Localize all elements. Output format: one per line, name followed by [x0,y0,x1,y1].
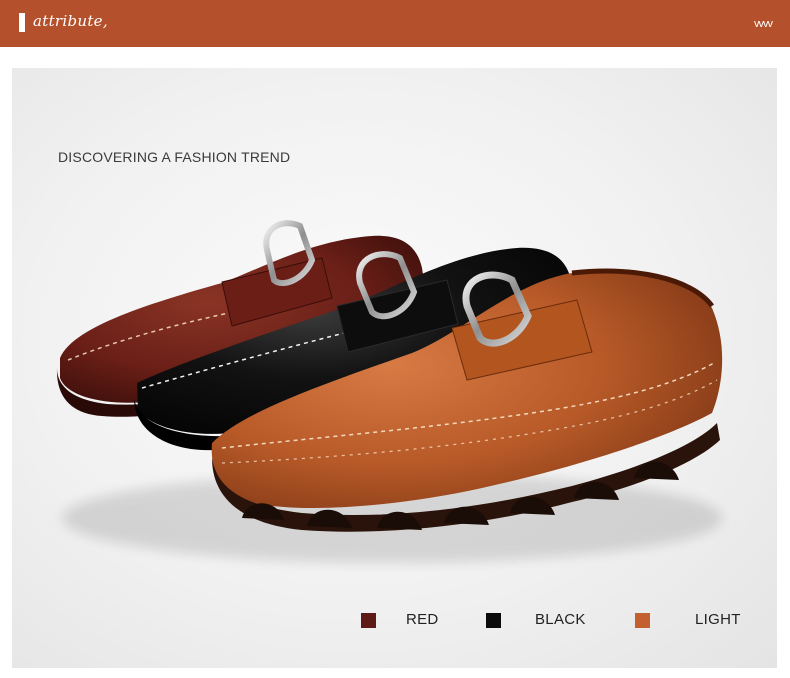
header-title: attribute, [33,12,108,30]
color-label-red: RED [406,611,439,628]
swatch-black[interactable] [486,613,501,628]
shoe-trio-image [56,220,723,563]
section-header: attribute, vvvv [0,0,790,47]
swatch-light[interactable] [635,613,650,628]
swatch-red[interactable] [361,613,376,628]
color-label-light: LIGHT [695,611,741,628]
color-label-black: BLACK [535,611,586,628]
chevron-down-icon: vvvv [754,18,773,30]
header-accent-bar [19,13,25,32]
product-stage: DISCOVERING A FASHION TREND RED BLACK LI… [12,68,777,668]
